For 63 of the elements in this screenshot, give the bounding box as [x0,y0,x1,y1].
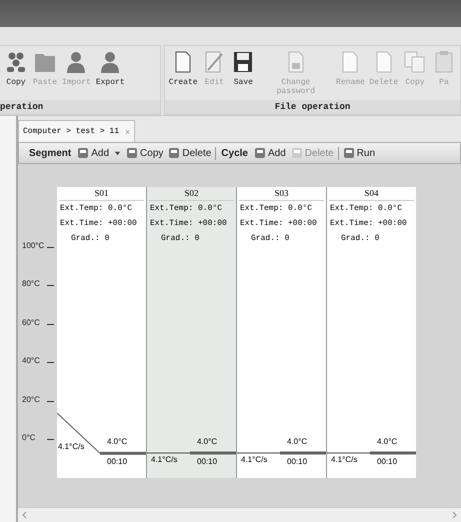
toolbar-button[interactable]: Add [76,147,122,159]
axis-label: 0°C [22,433,36,442]
toolbar-icon [342,147,355,159]
axis-label: 60°C [22,318,40,327]
toolbar-icon [126,147,138,159]
ramp-rate: 4.1°C/s [58,442,84,452]
toolbar-icon [77,147,90,159]
segment-title: S04 [329,187,414,201]
toolbar-button[interactable]: Add [252,147,287,159]
ribbon-button[interactable]: Save [229,48,258,100]
ribbon-button[interactable]: Copy [2,48,30,100]
segment-text: Ext.Time: +00:00 [239,218,318,230]
segment-title: S03 [239,187,324,201]
segment-text: Ext.Time: +00:00 [59,218,138,230]
ramp-rate: 4.1°C/s [241,455,268,464]
segment-text: Grad.: 0 [70,233,110,245]
segment-text: Ext.Time: +00:00 [149,218,228,230]
axis-label: 20°C [22,394,40,404]
toolbar-label: Segment [28,148,72,158]
hold-time: 00:10 [377,457,398,466]
segment-text: Ext.Temp: 0.0°C [239,203,314,215]
segment-text: Grad.: 0 [160,233,200,245]
tab-title: Computer > test > 11 [23,127,120,136]
group-label: peration [0,100,160,114]
horizontal-scrollbar[interactable] [18,507,461,522]
hold-time: 00:10 [197,457,218,466]
toolbar-icon [290,147,303,159]
scroll-left-icon[interactable] [21,511,29,519]
hold-temperature: 4.0°C [377,437,398,446]
segment-text: Ext.Time: +00:00 [329,218,408,230]
segment-column[interactable]: S03 Ext.Temp: 0.0°C Ext.Time: +00:00 Grad.: 0 4.1°C/s 4.0°C 00:10 [237,187,327,478]
segment-title: S02 [149,187,234,201]
hold-temperature: 4.0°C [197,437,218,446]
toolbar-icon [168,147,180,159]
axis-label: 40°C [22,356,40,366]
segment-text: Ext.Temp: 0.0°C [59,203,134,215]
ramp-rate: 4.1°C/s [331,455,358,464]
ramp-rate: 4.1°C/s [151,455,178,464]
document-tab[interactable]: Computer > test > 11 × [18,120,136,142]
segment-column[interactable]: S01 Ext.Temp: 0.0°C Ext.Time: +00:00 Grad.: 0 4.1°C/s 4.0°C 00:10 [57,187,147,478]
ribbon-button[interactable]: Export [94,48,127,100]
axis-label: 100°C [22,241,44,250]
segment-text: Ext.Temp: 0.0°C [329,203,404,215]
copy-icon [402,50,427,74]
toolbar-button[interactable]: Run [342,147,376,159]
hold-temperature: 4.0°C [107,437,128,446]
segment-text: Grad.: 0 [340,233,380,245]
segment-column[interactable]: S02 Ext.Temp: 0.0°C Ext.Time: +00:00 Grad.: 0 4.1°C/s 4.0°C 00:10 [147,187,237,478]
toolbar-label: Cycle [220,148,249,158]
segment-title: S01 [59,187,144,201]
segment-text: Grad.: 0 [250,233,290,245]
toolbar-icon [254,147,266,159]
hold-time: 00:10 [107,457,128,466]
ribbon-button[interactable]: Create [167,48,200,100]
segment-text: Ext.Temp: 0.0°C [149,203,224,215]
axis-label: 80°C [22,279,40,288]
people-icon [4,50,28,74]
hold-temperature: 4.0°C [287,437,308,446]
group-label: File operation [165,100,460,114]
scroll-right-icon[interactable] [450,511,458,519]
toolbar-button[interactable]: Delete [167,147,212,159]
toolbar-button[interactable]: Copy [125,147,164,159]
hold-time: 00:10 [287,457,308,466]
